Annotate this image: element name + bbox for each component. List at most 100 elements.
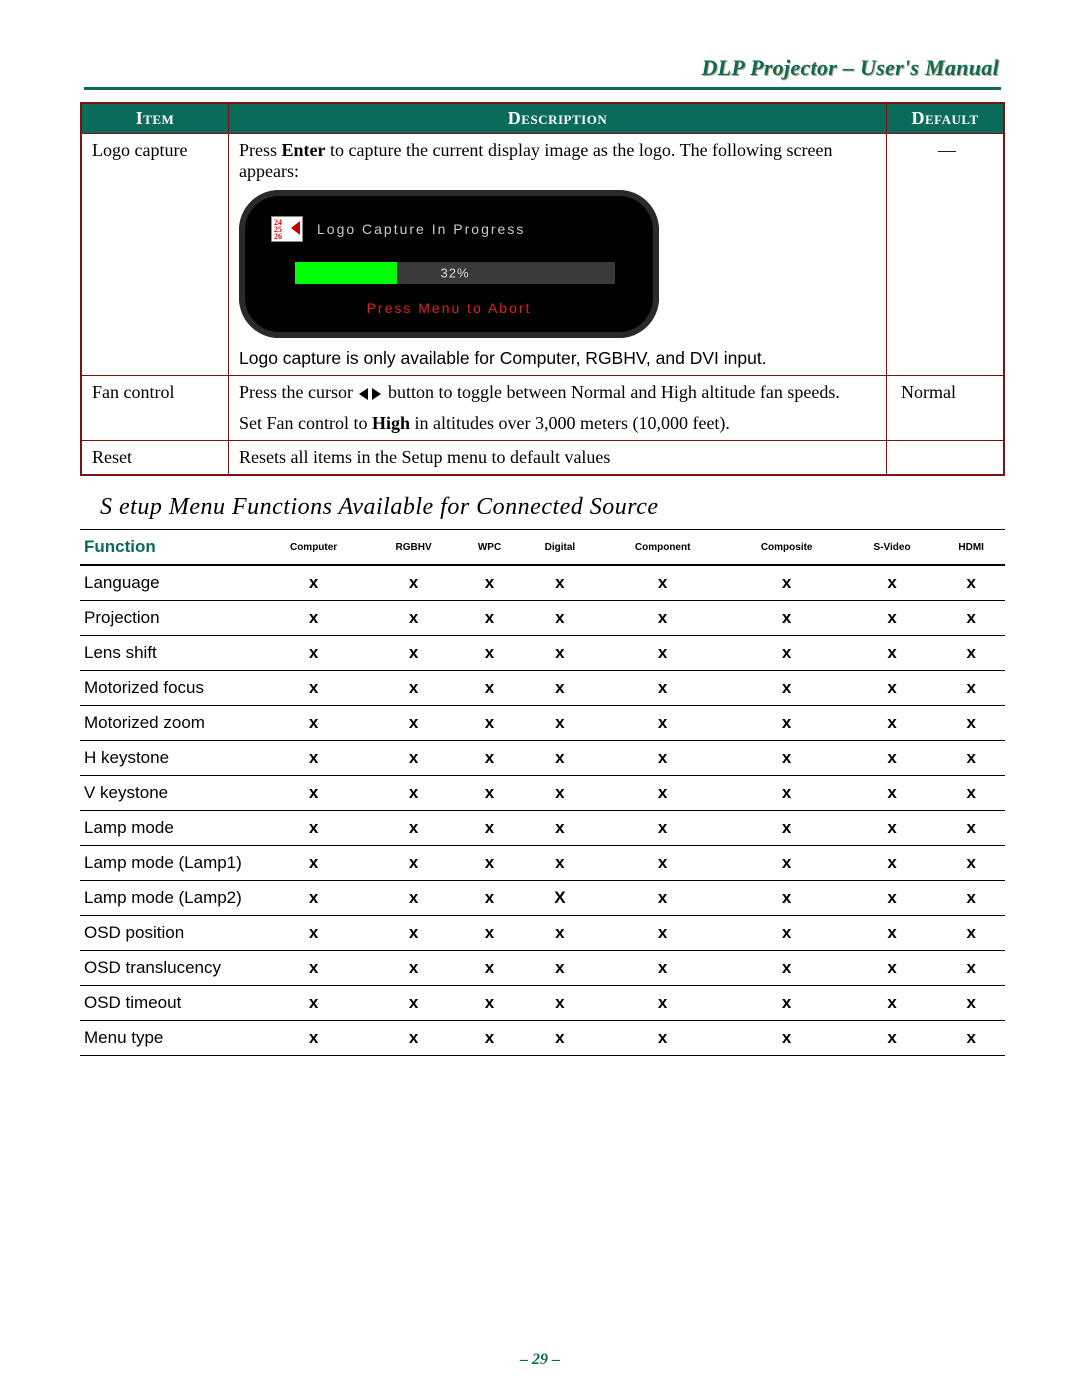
page-number: – 29 –	[0, 1351, 1080, 1369]
availability-cell: x	[937, 986, 1005, 1021]
enter-key: Enter	[282, 140, 326, 160]
table-row: Lamp mode (Lamp2)xxxXxxxx	[80, 881, 1005, 916]
availability-cell: x	[369, 811, 458, 846]
availability-cell: x	[521, 636, 599, 671]
progress-bar: 32%	[295, 262, 615, 284]
description-cell: Resets all items in the Setup menu to de…	[229, 441, 887, 476]
availability-cell: x	[258, 601, 369, 636]
availability-cell: x	[727, 601, 847, 636]
desc-text: button to toggle between Normal and High…	[383, 382, 839, 402]
availability-cell: x	[458, 1021, 521, 1056]
availability-cell: x	[847, 1021, 938, 1056]
availability-cell: x	[258, 986, 369, 1021]
availability-cell: x	[599, 916, 727, 951]
availability-cell: x	[369, 916, 458, 951]
availability-cell: x	[937, 1021, 1005, 1056]
availability-cell: x	[369, 881, 458, 916]
availability-cell: x	[458, 671, 521, 706]
availability-cell: x	[937, 706, 1005, 741]
description-cell: Press the cursor button to toggle betwee…	[229, 376, 887, 441]
availability-cell: x	[521, 671, 599, 706]
availability-cell: x	[521, 1021, 599, 1056]
description-cell: Press Enter to capture the current displ…	[229, 134, 887, 376]
availability-cell: x	[458, 951, 521, 986]
table-row: Lamp mode (Lamp1)xxxxxxxx	[80, 846, 1005, 881]
availability-cell: x	[369, 636, 458, 671]
th-item: Item	[81, 103, 229, 134]
availability-cell: x	[599, 565, 727, 601]
logo-capture-note: Logo capture is only available for Compu…	[239, 348, 876, 369]
table-row: Motorized zoomxxxxxxxx	[80, 706, 1005, 741]
availability-cell: x	[521, 846, 599, 881]
availability-cell: x	[458, 741, 521, 776]
availability-cell: x	[521, 601, 599, 636]
availability-cell: x	[599, 1021, 727, 1056]
header-divider	[84, 87, 1001, 90]
availability-cell: x	[727, 565, 847, 601]
availability-cell: x	[847, 846, 938, 881]
availability-cell: x	[458, 881, 521, 916]
availability-cell: x	[727, 1021, 847, 1056]
availability-cell: x	[599, 776, 727, 811]
table-row: Fan control Press the cursor button to t…	[81, 376, 1004, 441]
function-cell: Projection	[80, 601, 258, 636]
item-cell: Reset	[81, 441, 229, 476]
availability-cell: x	[937, 881, 1005, 916]
availability-cell: x	[369, 565, 458, 601]
availability-cell: x	[369, 601, 458, 636]
progress-fill	[295, 262, 397, 284]
availability-cell: x	[847, 951, 938, 986]
availability-cell: x	[727, 916, 847, 951]
availability-cell: x	[937, 776, 1005, 811]
function-cell: Motorized focus	[80, 671, 258, 706]
availability-cell: x	[599, 601, 727, 636]
availability-cell: x	[937, 846, 1005, 881]
table-row: Lens shiftxxxxxxxx	[80, 636, 1005, 671]
availability-cell: x	[847, 916, 938, 951]
function-cell: Motorized zoom	[80, 706, 258, 741]
desc-text: Press the cursor	[239, 382, 357, 402]
function-cell: OSD timeout	[80, 986, 258, 1021]
availability-cell: x	[258, 565, 369, 601]
desc-text: to capture the current display image as …	[239, 140, 833, 181]
availability-cell: x	[937, 671, 1005, 706]
table-row: Reset Resets all items in the Setup menu…	[81, 441, 1004, 476]
table-row: Motorized focusxxxxxxxx	[80, 671, 1005, 706]
th-function: Function	[80, 530, 258, 566]
availability-cell: x	[937, 636, 1005, 671]
availability-cell: x	[847, 776, 938, 811]
availability-cell: x	[727, 881, 847, 916]
th-source: RGBHV	[369, 530, 458, 566]
availability-cell: x	[937, 951, 1005, 986]
default-cell: —	[887, 134, 1005, 376]
availability-cell: x	[258, 1021, 369, 1056]
availability-cell: x	[599, 951, 727, 986]
high-bold: High	[372, 413, 410, 433]
function-cell: Lamp mode (Lamp1)	[80, 846, 258, 881]
availability-cell: x	[258, 846, 369, 881]
availability-cell: x	[369, 776, 458, 811]
availability-cell: x	[521, 811, 599, 846]
availability-cell: x	[847, 671, 938, 706]
availability-cell: x	[599, 741, 727, 776]
table-row: Logo capture Press Enter to capture the …	[81, 134, 1004, 376]
function-cell: Lamp mode (Lamp2)	[80, 881, 258, 916]
availability-cell: x	[369, 951, 458, 986]
table-row: OSD timeoutxxxxxxxx	[80, 986, 1005, 1021]
availability-cell: x	[458, 706, 521, 741]
item-cell: Logo capture	[81, 134, 229, 376]
functions-by-source-table: Function Computer RGBHV WPC Digital Comp…	[80, 529, 1005, 1056]
availability-cell: x	[458, 776, 521, 811]
availability-cell: x	[937, 601, 1005, 636]
availability-cell: x	[258, 776, 369, 811]
osd-title: Logo Capture In Progress	[317, 221, 525, 237]
availability-cell: x	[458, 846, 521, 881]
availability-cell: x	[937, 565, 1005, 601]
default-cell: Normal	[887, 376, 1005, 441]
availability-cell: x	[847, 741, 938, 776]
availability-cell: x	[847, 636, 938, 671]
availability-cell: x	[521, 776, 599, 811]
osd-abort-text: Press Menu to Abort	[265, 300, 633, 316]
page-header: DLP Projector – User's Manual	[80, 55, 999, 81]
availability-cell: x	[847, 706, 938, 741]
